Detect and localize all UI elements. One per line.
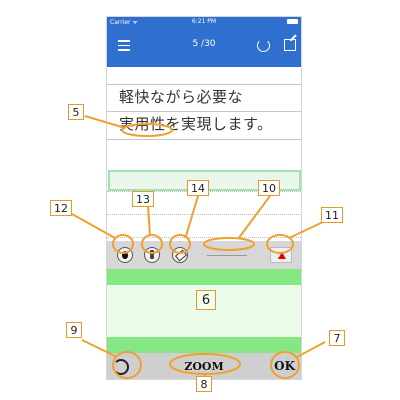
- callout-label-5: 5: [68, 104, 84, 120]
- callout-label-7: 7: [329, 330, 345, 346]
- leader-9: [81, 339, 118, 358]
- callout-oval-7: [270, 351, 300, 379]
- leader-10: [237, 195, 271, 240]
- callout-label-9: 9: [66, 322, 82, 338]
- callout-label-12: 12: [50, 200, 72, 216]
- callout-label-13: 13: [132, 191, 154, 207]
- callout-oval-5: [121, 123, 173, 137]
- callout-oval-13: [141, 234, 163, 254]
- leader-11: [288, 221, 324, 239]
- callout-label-11: 11: [321, 207, 343, 223]
- leader-12: [71, 213, 116, 239]
- leader-14: [185, 195, 199, 237]
- callout-label-8: 8: [196, 376, 212, 392]
- callout-oval-10: [203, 237, 255, 251]
- callout-label-6: 6: [196, 290, 216, 310]
- leader-5: [84, 115, 126, 129]
- callout-label-14: 14: [187, 180, 209, 196]
- leader-7: [296, 341, 326, 358]
- callout-oval-8: [169, 353, 241, 375]
- leader-13: [147, 205, 151, 237]
- callout-oval-9: [112, 351, 142, 379]
- callout-oval-14: [169, 234, 191, 254]
- callout-label-10: 10: [258, 180, 280, 196]
- callout-oval-12: [112, 234, 134, 254]
